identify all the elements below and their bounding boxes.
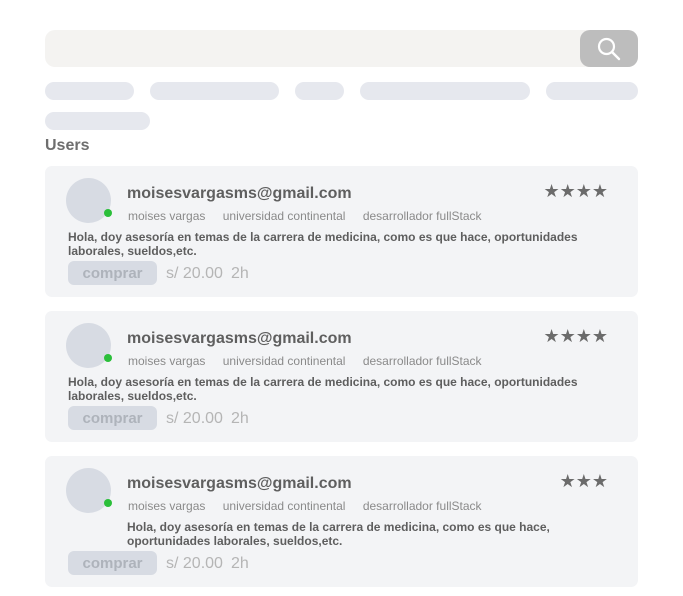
duration: 2h: [230, 555, 249, 572]
user-email: moisesvargasms@gmail.com: [127, 475, 352, 492]
duration: 2h: [230, 410, 249, 427]
filter-pill[interactable]: [295, 82, 344, 100]
online-status-dot: [104, 499, 112, 507]
user-card[interactable]: moisesvargasms@gmail.com ★★★★ moises var…: [45, 311, 638, 442]
search-icon: [597, 37, 621, 60]
user-meta: moises vargas universidad continental de…: [128, 354, 496, 368]
price: s/ 20.00: [166, 265, 223, 282]
user-description: Hola, doy asesoría en temas de la carrer…: [68, 375, 578, 403]
user-university: universidad continental: [222, 354, 346, 368]
filter-pill[interactable]: [360, 82, 530, 100]
user-name: moises vargas: [128, 354, 206, 368]
rating-stars: ★★★★: [543, 326, 608, 346]
price-info: s/ 20.00 2h: [166, 410, 249, 428]
buy-button[interactable]: comprar: [68, 261, 157, 285]
filter-pill[interactable]: [546, 82, 638, 100]
user-name: moises vargas: [128, 209, 206, 223]
buy-button[interactable]: comprar: [68, 406, 157, 430]
user-university: universidad continental: [222, 209, 346, 223]
online-status-dot: [104, 354, 112, 362]
user-card[interactable]: moisesvargasms@gmail.com ★★★ moises varg…: [45, 456, 638, 587]
user-description: Hola, doy asesoría en temas de la carrer…: [127, 520, 550, 548]
rating-stars: ★★★: [559, 471, 608, 491]
avatar: [66, 468, 111, 513]
user-role: desarrollador fullStack: [362, 209, 482, 223]
online-status-dot: [104, 209, 112, 217]
section-title: Users: [45, 137, 90, 154]
rating-stars: ★★★★: [543, 181, 608, 201]
price-info: s/ 20.00 2h: [166, 265, 249, 283]
user-description: Hola, doy asesoría en temas de la carrer…: [68, 230, 578, 258]
avatar: [66, 323, 111, 368]
duration: 2h: [230, 265, 249, 282]
user-email: moisesvargasms@gmail.com: [127, 330, 352, 347]
buy-button[interactable]: comprar: [68, 551, 157, 575]
filter-pill[interactable]: [150, 82, 279, 100]
price-info: s/ 20.00 2h: [166, 555, 249, 573]
filter-pill[interactable]: [45, 82, 134, 100]
user-role: desarrollador fullStack: [362, 354, 482, 368]
user-university: universidad continental: [222, 499, 346, 513]
price: s/ 20.00: [166, 555, 223, 572]
user-meta: moises vargas universidad continental de…: [128, 499, 496, 513]
user-card[interactable]: moisesvargasms@gmail.com ★★★★ moises var…: [45, 166, 638, 297]
user-meta: moises vargas universidad continental de…: [128, 209, 496, 223]
filter-pill[interactable]: [45, 112, 150, 130]
user-email: moisesvargasms@gmail.com: [127, 185, 352, 202]
user-role: desarrollador fullStack: [362, 499, 482, 513]
search-button[interactable]: [580, 30, 638, 67]
user-name: moises vargas: [128, 499, 206, 513]
page: Users moisesvargasms@gmail.com ★★★★ mois…: [0, 0, 683, 596]
search-bar[interactable]: [45, 30, 638, 67]
price: s/ 20.00: [166, 410, 223, 427]
avatar: [66, 178, 111, 223]
